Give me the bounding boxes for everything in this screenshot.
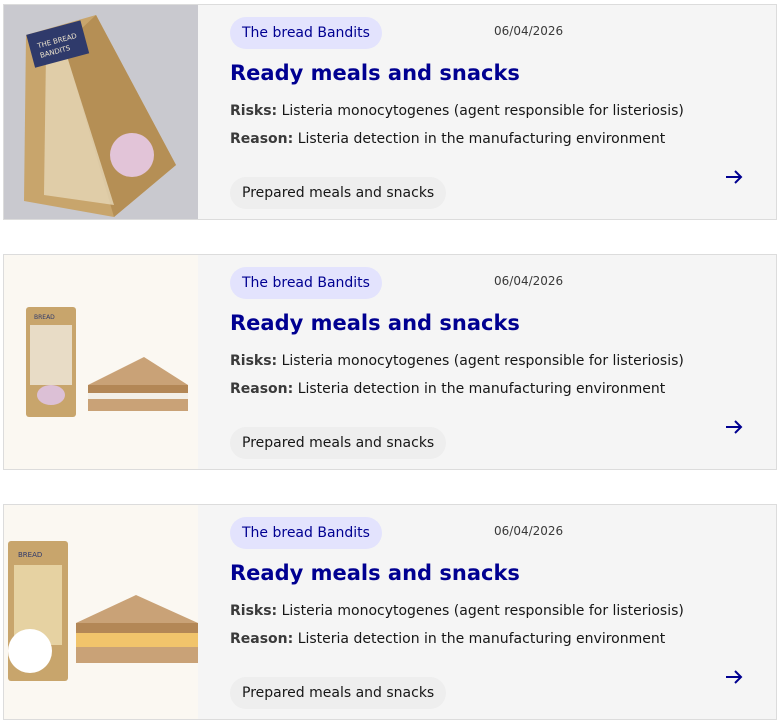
brand-tag[interactable]: The bread Bandits [230,267,382,299]
card-title[interactable]: Ready meals and snacks [230,561,520,585]
reason-line: Reason: Listeria detection in the manufa… [230,381,665,397]
product-image: THE BREAD BANDITS [4,5,198,219]
publication-date: 06/04/2026 [494,24,564,38]
arrow-right-icon[interactable] [722,415,746,439]
reason-value: Listeria detection in the manufacturing … [297,631,666,647]
risks-line: Risks: Listeria monocytogenes (agent res… [230,353,684,369]
reason-label: Reason: [230,381,294,397]
risks-value: Listeria monocytogenes (agent responsibl… [281,353,684,369]
risks-value: Listeria monocytogenes (agent responsibl… [281,603,684,619]
arrow-right-icon[interactable] [722,165,746,189]
reason-line: Reason: Listeria detection in the manufa… [230,631,665,647]
category-tag[interactable]: Prepared meals and snacks [230,427,447,459]
publication-date: 06/04/2026 [494,524,564,538]
recall-card[interactable]: BREAD The bread Bandits 06/04/2026 Ready… [3,254,777,470]
risks-label: Risks: [230,603,278,619]
card-title[interactable]: Ready meals and snacks [230,61,520,85]
recall-card[interactable]: BREAD The bread Bandits 06/04/2026 Ready… [3,504,777,720]
risks-line: Risks: Listeria monocytogenes (agent res… [230,603,684,619]
arrow-right-icon[interactable] [722,665,746,689]
product-image: BREAD [4,255,198,469]
category-tag[interactable]: Prepared meals and snacks [230,677,447,709]
reason-label: Reason: [230,631,294,647]
risks-line: Risks: Listeria monocytogenes (agent res… [230,103,684,119]
reason-value: Listeria detection in the manufacturing … [297,131,666,147]
risks-value: Listeria monocytogenes (agent responsibl… [281,103,684,119]
brand-tag[interactable]: The bread Bandits [230,17,382,49]
product-image: BREAD [4,505,198,719]
recall-card[interactable]: THE BREAD BANDITS The bread Bandits 06/0… [3,4,777,220]
category-tag[interactable]: Prepared meals and snacks [230,177,447,209]
reason-label: Reason: [230,131,294,147]
brand-tag[interactable]: The bread Bandits [230,517,382,549]
risks-label: Risks: [230,353,278,369]
card-title[interactable]: Ready meals and snacks [230,311,520,335]
reason-line: Reason: Listeria detection in the manufa… [230,131,665,147]
svg-text:BREAD: BREAD [34,314,55,321]
risks-label: Risks: [230,103,278,119]
svg-text:BREAD: BREAD [18,551,42,559]
reason-value: Listeria detection in the manufacturing … [297,381,666,397]
publication-date: 06/04/2026 [494,274,564,288]
